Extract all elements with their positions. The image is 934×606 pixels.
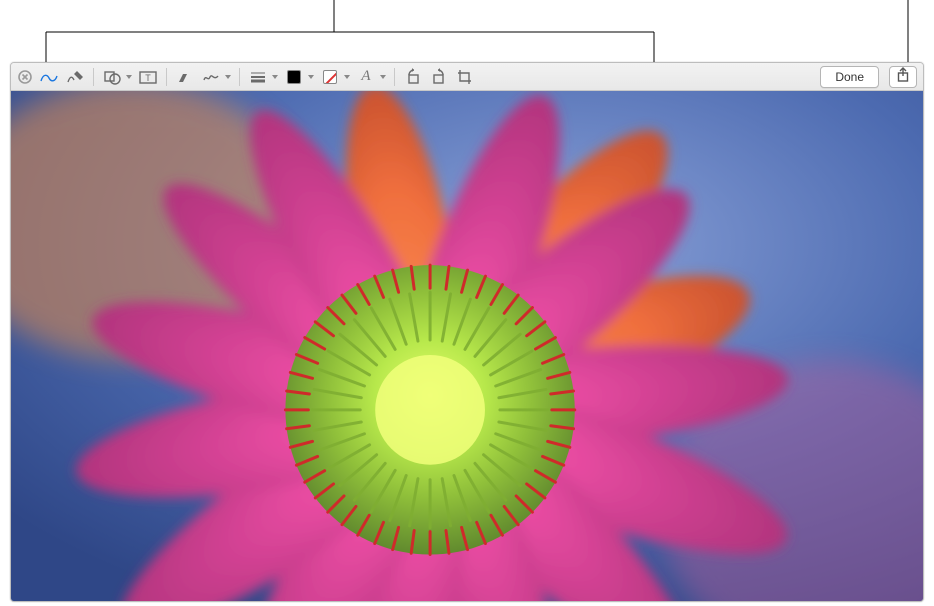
shape-style-menu[interactable] <box>246 66 280 88</box>
fill-color-menu[interactable] <box>318 66 352 88</box>
crop-tool[interactable] <box>453 66 477 88</box>
share-icon <box>896 67 910 86</box>
sketch-tool[interactable] <box>37 66 61 88</box>
text-style-glyph: A <box>361 68 370 85</box>
highlight-tool[interactable] <box>173 66 197 88</box>
markup-window: T A <box>10 62 924 602</box>
rotate-left-button[interactable] <box>401 66 425 88</box>
text-tool[interactable]: T <box>136 66 160 88</box>
sign-menu[interactable] <box>199 66 233 88</box>
border-color-swatch <box>287 70 301 84</box>
shapes-menu[interactable] <box>100 66 134 88</box>
border-color-menu[interactable] <box>282 66 316 88</box>
markup-toolbar: T A <box>11 63 923 91</box>
rotate-right-button[interactable] <box>427 66 451 88</box>
text-style-menu[interactable]: A <box>354 66 388 88</box>
dismiss-button[interactable] <box>17 69 33 85</box>
done-button[interactable]: Done <box>820 66 879 88</box>
svg-text:T: T <box>145 73 151 83</box>
image-canvas[interactable] <box>11 91 923 601</box>
fill-color-swatch <box>323 70 337 84</box>
share-button[interactable] <box>889 66 917 88</box>
draw-tool[interactable] <box>63 66 87 88</box>
